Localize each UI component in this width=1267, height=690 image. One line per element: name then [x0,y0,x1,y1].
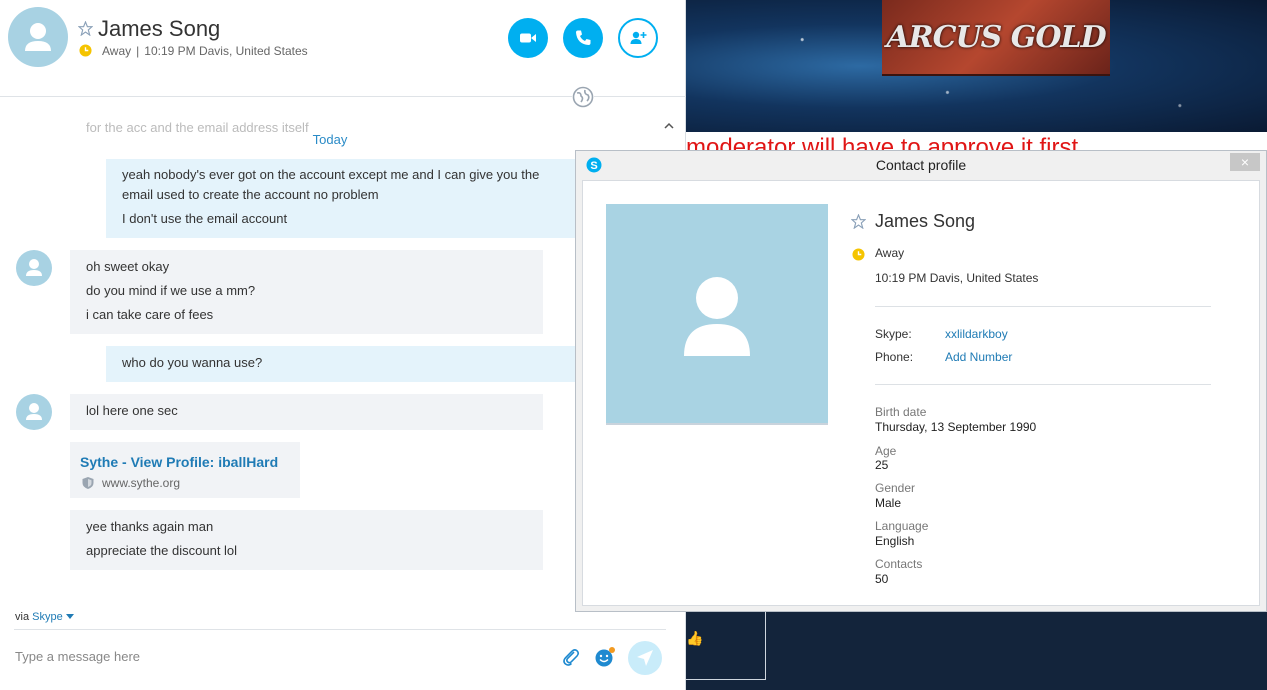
link-preview-url: www.sythe.org [102,476,181,490]
local-time: 10:19 PM Davis, United States [144,44,308,58]
message-bubble-incoming[interactable]: yee thanks again man appreciate the disc… [70,510,543,570]
message-line: I don't use the email account [122,211,288,226]
site-shield-icon [82,477,94,489]
date-divider: Today [312,132,348,147]
emoticon-icon[interactable] [594,646,616,668]
contact-name: James Song [98,16,221,41]
banner-image: ARCUS GOLD [882,0,1110,76]
skype-username-link[interactable]: xxlildarkboy [945,327,1008,341]
globe-icon[interactable] [572,86,594,108]
via-skype-dropdown[interactable]: Skype [32,611,63,623]
paperclip-icon[interactable] [561,647,581,667]
message-bubble-outgoing[interactable]: yeah nobody's ever got on the account ex… [106,159,584,238]
favorite-star-icon[interactable] [851,214,866,229]
dialog-titlebar[interactable]: S Contact profile × [576,151,1266,179]
chat-header: James Song Away | 10:19 PM Davis, United S… [0,0,686,97]
away-clock-icon [852,248,865,261]
age-value: 25 [875,458,889,472]
close-button[interactable]: × [1230,153,1260,171]
phone-icon [576,30,591,45]
video-camera-icon [520,33,536,43]
page-dark-section [686,604,1267,690]
contact-avatar[interactable] [8,7,68,67]
chevron-down-icon[interactable] [65,614,74,620]
banner-text: ARCUS GOLD [886,19,1106,55]
person-icon [26,259,42,276]
profile-picture [606,204,828,425]
message-line: lol here one sec [86,403,178,418]
via-label: via [15,611,30,623]
contacts-value: 50 [875,572,889,586]
sender-avatar[interactable] [16,250,52,286]
add-number-link[interactable]: Add Number [945,350,1012,364]
message-line: who do you wanna use? [122,355,263,370]
message-bubble-outgoing[interactable]: who do you wanna use? [106,346,584,382]
add-people-button[interactable] [618,18,658,58]
profile-local-time: 10:19 PM Davis, United States [875,271,1039,285]
link-preview-title[interactable]: Sythe - View Profile: iballHard [80,454,278,470]
phone-label: Phone: [875,350,914,364]
previous-message-faded: for the acc and the email address itself [86,120,309,135]
birth-date-value: Thursday, 13 September 1990 [875,420,1037,434]
profile-divider [875,384,1211,385]
audio-call-button[interactable] [563,18,603,58]
language-value: English [875,534,915,548]
contact-profile-dialog: S Contact profile × James Song Away 10:1… [575,150,1267,612]
send-arrow-icon [637,650,653,666]
message-line: i can take care of fees [86,307,214,322]
message-bubble-incoming[interactable]: lol here one sec [70,394,543,430]
favorite-star-icon[interactable] [78,21,93,36]
person-icon [684,276,750,356]
profile-divider [875,306,1211,307]
skype-label: Skype: [875,327,912,341]
profile-status: Away [875,246,905,260]
message-line: yee thanks again man [86,519,214,534]
gender-value: Male [875,496,902,510]
dialog-title: Contact profile [875,157,967,173]
contacts-label: Contacts [875,557,923,571]
add-person-icon [630,31,647,44]
message-line: do you mind if we use a mm? [86,283,256,298]
notice-strip: moderator will have to approve it first [686,132,1267,152]
message-line: appreciate the discount lol [86,543,238,558]
person-icon [25,23,51,51]
age-label: Age [875,444,897,458]
message-line: oh sweet okay [86,259,170,274]
away-clock-icon [79,44,92,57]
message-input[interactable]: Type a message here [15,649,140,664]
compose-divider [14,629,666,630]
video-call-button[interactable] [508,18,548,58]
contact-status-line: Away | 10:19 PM Davis, United States [102,44,308,58]
sender-avatar[interactable] [16,394,52,430]
link-preview-card[interactable]: Sythe - View Profile: iballHard www.syth… [70,442,300,498]
person-icon [26,403,42,420]
gender-label: Gender [875,481,916,495]
thumbs-up-icon: 👍 [686,630,704,646]
profile-name: James Song [875,211,976,231]
status-text: Away [102,44,132,58]
birth-date-label: Birth date [875,405,927,419]
scroll-up-arrow-icon[interactable] [663,120,675,132]
send-button[interactable] [628,641,662,675]
profile-body: James Song Away 10:19 PM Davis, United S… [582,180,1260,606]
message-line: yeah nobody's ever got on the account ex… [122,167,540,202]
via-selector: via Skype [15,611,74,623]
message-bubble-incoming[interactable]: oh sweet okay do you mind if we use a mm… [70,250,543,334]
language-label: Language [875,519,929,533]
status-separator: | [136,44,140,58]
